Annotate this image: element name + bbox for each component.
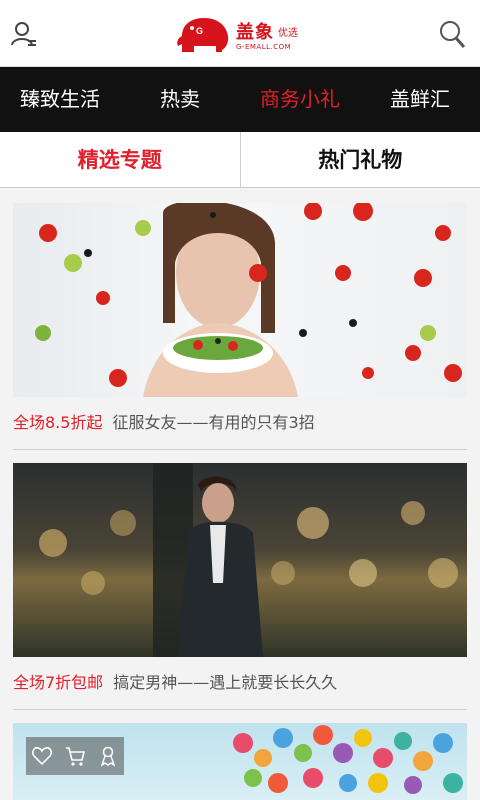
- logo-url: G-EMALL.COM: [236, 43, 292, 51]
- category-item-hot[interactable]: 热卖: [120, 67, 240, 132]
- promo-text: 全场7折包邮: [13, 673, 104, 692]
- heart-icon[interactable]: [31, 745, 53, 767]
- elephant-logo-icon: G: [177, 18, 229, 52]
- divider: [13, 449, 467, 450]
- sub-tabs: 精选专题 热门礼物: [0, 132, 480, 188]
- category-item-business-gift[interactable]: 商务小礼: [240, 67, 360, 132]
- topic-title: 征服女友——有用的只有3招: [112, 413, 315, 432]
- topic-actions: [26, 737, 124, 775]
- topic-card[interactable]: 全场7折包邮 搞定男神——遇上就要长长久久: [13, 463, 467, 710]
- topic-card[interactable]: [13, 723, 467, 800]
- topic-caption: 全场8.5折起 征服女友——有用的只有3招: [13, 397, 467, 449]
- topic-image-salad[interactable]: [13, 203, 467, 397]
- topic-caption: 全场7折包邮 搞定男神——遇上就要长长久久: [13, 657, 467, 709]
- svg-text:G: G: [196, 26, 203, 36]
- logo-text: 盖象: [236, 22, 274, 43]
- cart-icon[interactable]: [64, 745, 86, 767]
- top-bar: G 盖象 优选 G-EMALL.COM: [0, 0, 480, 67]
- tab-popular-gifts[interactable]: 热门礼物: [241, 132, 480, 187]
- topic-card[interactable]: 全场8.5折起 征服女友——有用的只有3招: [13, 203, 467, 450]
- user-icon[interactable]: [10, 20, 38, 48]
- tab-featured[interactable]: 精选专题: [0, 132, 240, 187]
- logo[interactable]: G 盖象 优选 G-EMALL.COM: [174, 14, 314, 56]
- search-icon[interactable]: [438, 18, 468, 50]
- topic-image-man[interactable]: [13, 463, 467, 657]
- promo-text: 全场8.5折起: [13, 413, 103, 432]
- divider: [13, 709, 467, 710]
- logo-subtext: 优选: [278, 28, 298, 39]
- category-item-zhenzhi[interactable]: 臻致生活: [0, 67, 120, 132]
- topic-image-balloons[interactable]: [13, 723, 467, 800]
- topic-title: 搞定男神——遇上就要长长久久: [113, 673, 338, 692]
- category-nav: 臻致生活 热卖 商务小礼 盖鲜汇: [0, 67, 480, 132]
- category-item-fresh[interactable]: 盖鲜汇: [360, 67, 480, 132]
- ribbon-icon[interactable]: [97, 745, 119, 767]
